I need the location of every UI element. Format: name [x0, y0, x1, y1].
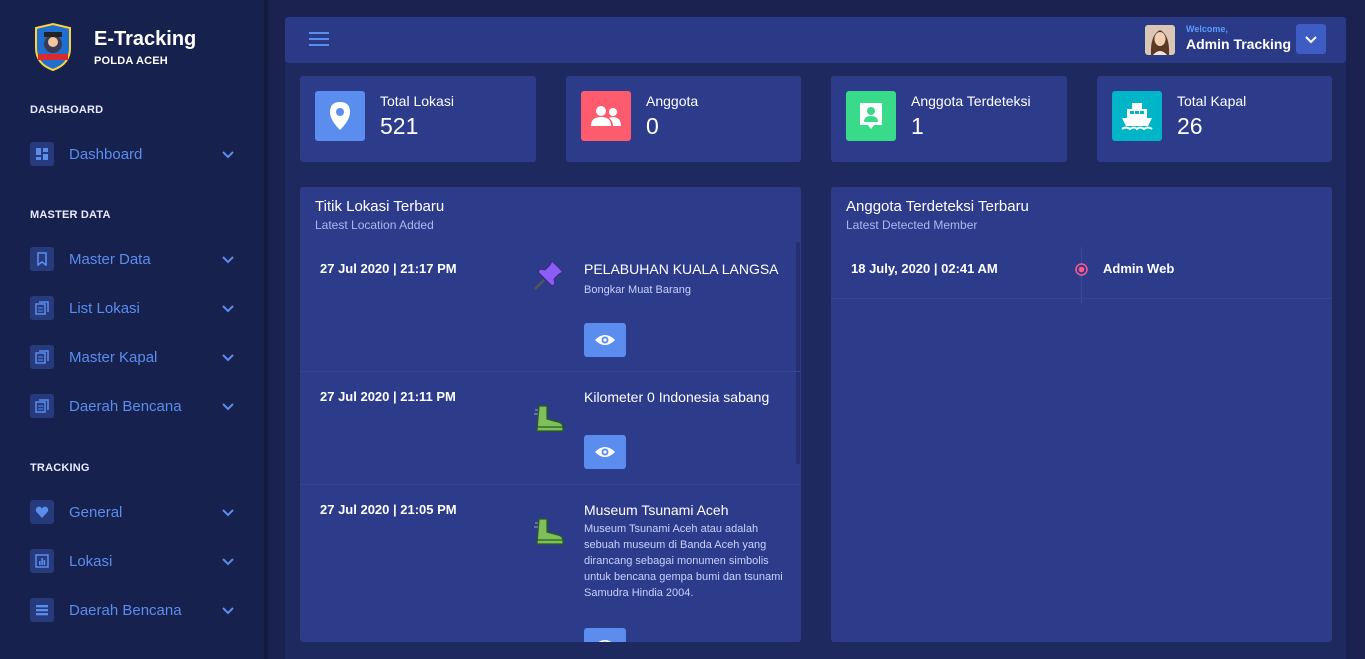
sidebar-item-label: Daerah Bencana: [69, 397, 182, 415]
sidebar-item-label: List Lokasi: [69, 299, 140, 317]
sidebar-item-daerah-bencana[interactable]: Daerah Bencana: [30, 393, 235, 419]
sidebar-item-label: Master Data: [69, 250, 151, 268]
users-icon: [581, 91, 631, 141]
stat-card-total-kapal[interactable]: Total Kapal 26: [1097, 76, 1332, 162]
sidebar-item-master-data[interactable]: Master Data: [30, 246, 235, 272]
sidebar-item-label: Lokasi: [69, 552, 113, 570]
sidebar: E-Tracking POLDA ACEH DASHBOARD Dashboar…: [0, 0, 268, 659]
welcome-text: Welcome,: [1186, 24, 1228, 34]
brand-subtitle: POLDA ACEH: [94, 54, 168, 67]
ship-icon: [1112, 91, 1162, 141]
stat-value: 521: [380, 113, 419, 139]
location-description: Bongkar Muat Barang: [584, 284, 692, 296]
dashboard-icon: [30, 142, 54, 166]
sidebar-item-label: Daerah Bencana: [69, 601, 182, 619]
location-item: 27 Jul 2020 | 21:17 PM PELABUHAN KUALA L…: [300, 242, 800, 372]
member-item: 18 July, 2020 | 02:41 AM Admin Web: [831, 247, 1332, 303]
user-name[interactable]: Admin Tracking: [1186, 36, 1291, 52]
location-item: 27 Jul 2020 | 21:05 PM Museum Tsunami Ac…: [300, 485, 800, 642]
section-label-tracking: TRACKING: [30, 462, 90, 474]
heart-icon: [30, 500, 54, 524]
view-location-button[interactable]: [584, 323, 626, 357]
panel-title: Anggota Terdeteksi Terbaru: [846, 198, 1029, 215]
stat-card-anggota-terdeteksi[interactable]: Anggota Terdeteksi 1: [831, 76, 1067, 162]
chevron-down-icon: [222, 305, 234, 313]
eye-icon: [595, 335, 615, 345]
chevron-down-icon: [222, 354, 234, 362]
boot-icon: [534, 405, 564, 432]
eye-icon: [598, 640, 612, 642]
latest-members-panel: Anggota Terdeteksi Terbaru Latest Detect…: [831, 187, 1332, 642]
hamburger-menu-icon[interactable]: [309, 31, 329, 47]
copy-icon: [30, 394, 54, 418]
sidebar-item-general[interactable]: General: [30, 499, 235, 525]
view-location-button[interactable]: [584, 628, 626, 642]
stat-label: Total Kapal: [1177, 93, 1247, 109]
chevron-down-icon: [222, 256, 234, 264]
chevron-down-icon: [222, 151, 234, 159]
sidebar-item-dashboard[interactable]: Dashboard: [30, 141, 235, 167]
location-name: Kilometer 0 Indonesia sabang: [584, 389, 770, 405]
sidebar-item-daerah-bencana-tracking[interactable]: Daerah Bencana: [30, 597, 235, 623]
top-navbar: Welcome, Admin Tracking: [285, 17, 1346, 63]
sidebar-item-label: Master Kapal: [69, 348, 158, 366]
bar-chart-icon: [30, 549, 54, 573]
timeline-dot-icon: [1075, 263, 1088, 276]
location-name: Museum Tsunami Aceh: [584, 502, 729, 518]
location-date: 27 Jul 2020 | 21:05 PM: [320, 502, 457, 517]
brand[interactable]: E-Tracking POLDA ACEH: [30, 22, 196, 72]
map-marker-icon: [315, 91, 365, 141]
contact-icon: [846, 91, 896, 141]
sidebar-item-list-lokasi[interactable]: List Lokasi: [30, 295, 235, 321]
brand-title: E-Tracking: [94, 27, 197, 50]
location-item: 27 Jul 2020 | 21:11 PM Kilometer 0 Indon…: [300, 372, 800, 485]
view-location-button[interactable]: [584, 435, 626, 469]
copy-icon: [30, 345, 54, 369]
stat-card-anggota[interactable]: Anggota 0: [566, 76, 801, 162]
sidebar-item-master-kapal[interactable]: Master Kapal: [30, 344, 235, 370]
stat-label: Anggota: [646, 93, 699, 109]
sidebar-item-lokasi[interactable]: Lokasi: [30, 548, 235, 574]
boot-icon: [534, 518, 564, 545]
chevron-down-icon: [222, 558, 234, 566]
stat-label: Anggota Terdeteksi: [911, 93, 1031, 109]
section-label-dashboard: DASHBOARD: [30, 104, 104, 116]
section-label-master-data: MASTER DATA: [30, 209, 111, 221]
chevron-down-icon: [222, 607, 234, 615]
location-name: PELABUHAN KUALA LANGSA: [584, 261, 779, 277]
member-date: 18 July, 2020 | 02:41 AM: [851, 261, 998, 276]
eye-icon: [595, 447, 615, 457]
copy-icon: [30, 296, 54, 320]
location-date: 27 Jul 2020 | 21:17 PM: [320, 261, 457, 276]
police-logo-icon: [35, 22, 71, 72]
user-dropdown-button[interactable]: [1296, 24, 1326, 54]
member-name: Admin Web: [1103, 261, 1175, 276]
sidebar-item-label: Dashboard: [69, 145, 143, 163]
chevron-down-icon: [222, 403, 234, 411]
stat-value: 1: [911, 113, 924, 139]
latest-locations-panel: Titik Lokasi Terbaru Latest Location Add…: [300, 187, 801, 642]
chevron-down-icon: [222, 509, 234, 517]
pushpin-icon: [534, 260, 564, 290]
avatar[interactable]: [1145, 25, 1175, 55]
stat-value: 0: [646, 113, 659, 139]
location-description: Museum Tsunami Aceh atau adalah sebuah m…: [584, 523, 783, 599]
stat-label: Total Lokasi: [380, 93, 454, 109]
panel-subtitle: Latest Detected Member: [846, 218, 978, 232]
stat-value: 26: [1177, 113, 1203, 139]
bookmark-icon: [30, 247, 54, 271]
list-icon: [30, 598, 54, 622]
stat-card-total-lokasi[interactable]: Total Lokasi 521: [300, 76, 536, 162]
location-date: 27 Jul 2020 | 21:11 PM: [320, 389, 456, 404]
panel-title: Titik Lokasi Terbaru: [315, 198, 445, 215]
sidebar-item-label: General: [69, 503, 123, 521]
chevron-down-icon: [1305, 36, 1317, 44]
panel-subtitle: Latest Location Added: [315, 218, 434, 232]
